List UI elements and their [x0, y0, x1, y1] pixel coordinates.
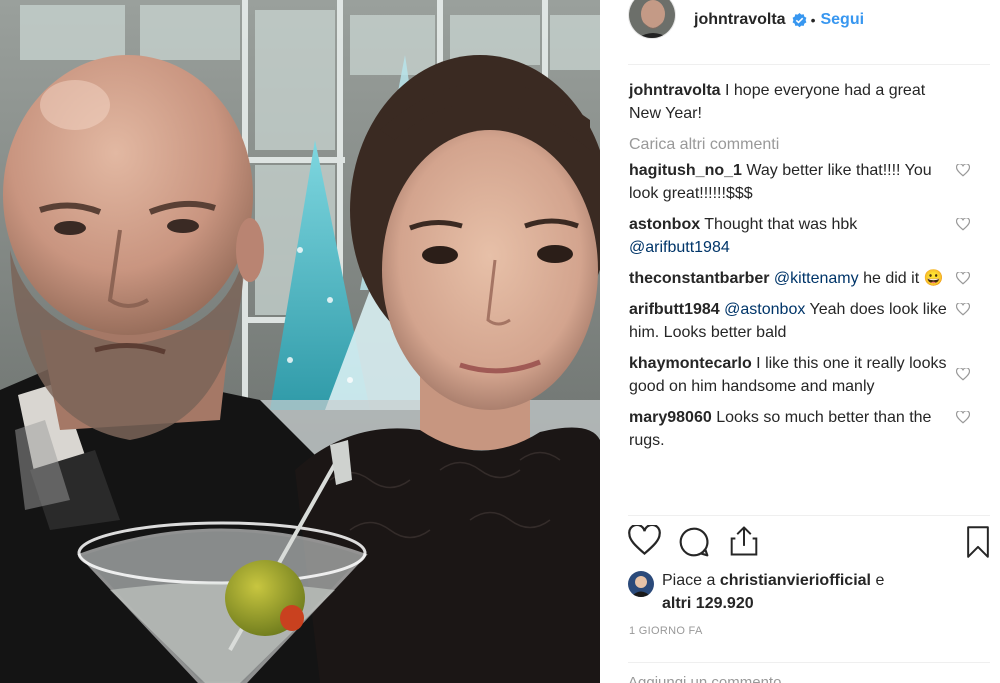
- avatar[interactable]: [628, 0, 676, 39]
- likes-count-link[interactable]: altri 129.920: [662, 595, 754, 612]
- comment-text: he did it: [863, 270, 920, 287]
- username-link[interactable]: johntravolta: [694, 11, 786, 29]
- comment-item: astonbox Thought that was hbk @arifbutt1…: [629, 213, 970, 259]
- share-icon[interactable]: [729, 525, 759, 557]
- verified-badge-icon: [792, 12, 807, 28]
- comment-input-divider: [628, 662, 990, 663]
- comments-list: johntravolta I hope everyone had a great…: [629, 79, 970, 460]
- small-heart-icon[interactable]: [956, 411, 970, 424]
- small-heart-icon[interactable]: [956, 218, 970, 231]
- comment-text: Thought that was hbk: [704, 216, 858, 233]
- post-photo[interactable]: [0, 0, 600, 683]
- post-header: johntravolta • Segui: [628, 0, 990, 40]
- bookmark-icon[interactable]: [965, 526, 991, 558]
- follow-button[interactable]: Segui: [820, 11, 864, 29]
- separator-dot: •: [810, 12, 816, 28]
- load-more-comments-button[interactable]: Carica altri commenti: [629, 133, 959, 156]
- comment-item: khaymontecarlo I like this one it really…: [629, 352, 970, 398]
- comment-emoji: 😀: [923, 270, 944, 287]
- comment-item: arifbutt1984 @astonbox Yeah does look li…: [629, 298, 970, 344]
- comment-username[interactable]: khaymontecarlo: [629, 355, 752, 372]
- heart-icon[interactable]: [628, 525, 661, 556]
- comment-mention[interactable]: @kittenamy: [774, 270, 859, 287]
- comment-item: mary98060 Looks so much better than the …: [629, 406, 970, 452]
- small-heart-icon[interactable]: [956, 272, 970, 285]
- comment-icon[interactable]: [678, 526, 710, 558]
- comment-username[interactable]: hagitush_no_1: [629, 162, 742, 179]
- post-timestamp[interactable]: 1 giorno fa: [629, 625, 703, 637]
- photo-image: [0, 0, 600, 683]
- comment-item: hagitush_no_1 Way better like that!!!! Y…: [629, 159, 970, 205]
- actions-divider: [628, 515, 990, 516]
- post-side-panel: johntravolta • Segui johntravolta I hope…: [600, 0, 1000, 683]
- likes-prefix: Piace a: [662, 572, 716, 589]
- post-caption: johntravolta I hope everyone had a great…: [629, 79, 959, 125]
- comment-username[interactable]: arifbutt1984: [629, 301, 720, 318]
- comment-mention[interactable]: @astonbox: [724, 301, 805, 318]
- add-comment-input[interactable]: Aggiungi un commento...: [628, 674, 794, 683]
- liker-avatar[interactable]: [628, 571, 654, 597]
- small-heart-icon[interactable]: [956, 164, 970, 177]
- comment-mention[interactable]: @arifbutt1984: [629, 239, 730, 256]
- small-heart-icon[interactable]: [956, 303, 970, 316]
- liker-username[interactable]: christianvieriofficial: [720, 572, 871, 589]
- likes-suffix: e: [875, 572, 885, 589]
- header-divider: [628, 64, 990, 65]
- comment-username[interactable]: astonbox: [629, 216, 700, 233]
- caption-username[interactable]: johntravolta: [629, 82, 721, 99]
- comment-username[interactable]: mary98060: [629, 409, 712, 426]
- likes-summary: Piace a christianvieriofficial e altri 1…: [628, 569, 968, 615]
- avatar-image: [629, 0, 675, 38]
- small-heart-icon[interactable]: [956, 368, 970, 381]
- action-bar: [628, 525, 994, 561]
- comment-username[interactable]: theconstantbarber: [629, 270, 769, 287]
- comment-item: theconstantbarber @kittenamy he did it 😀: [629, 267, 970, 290]
